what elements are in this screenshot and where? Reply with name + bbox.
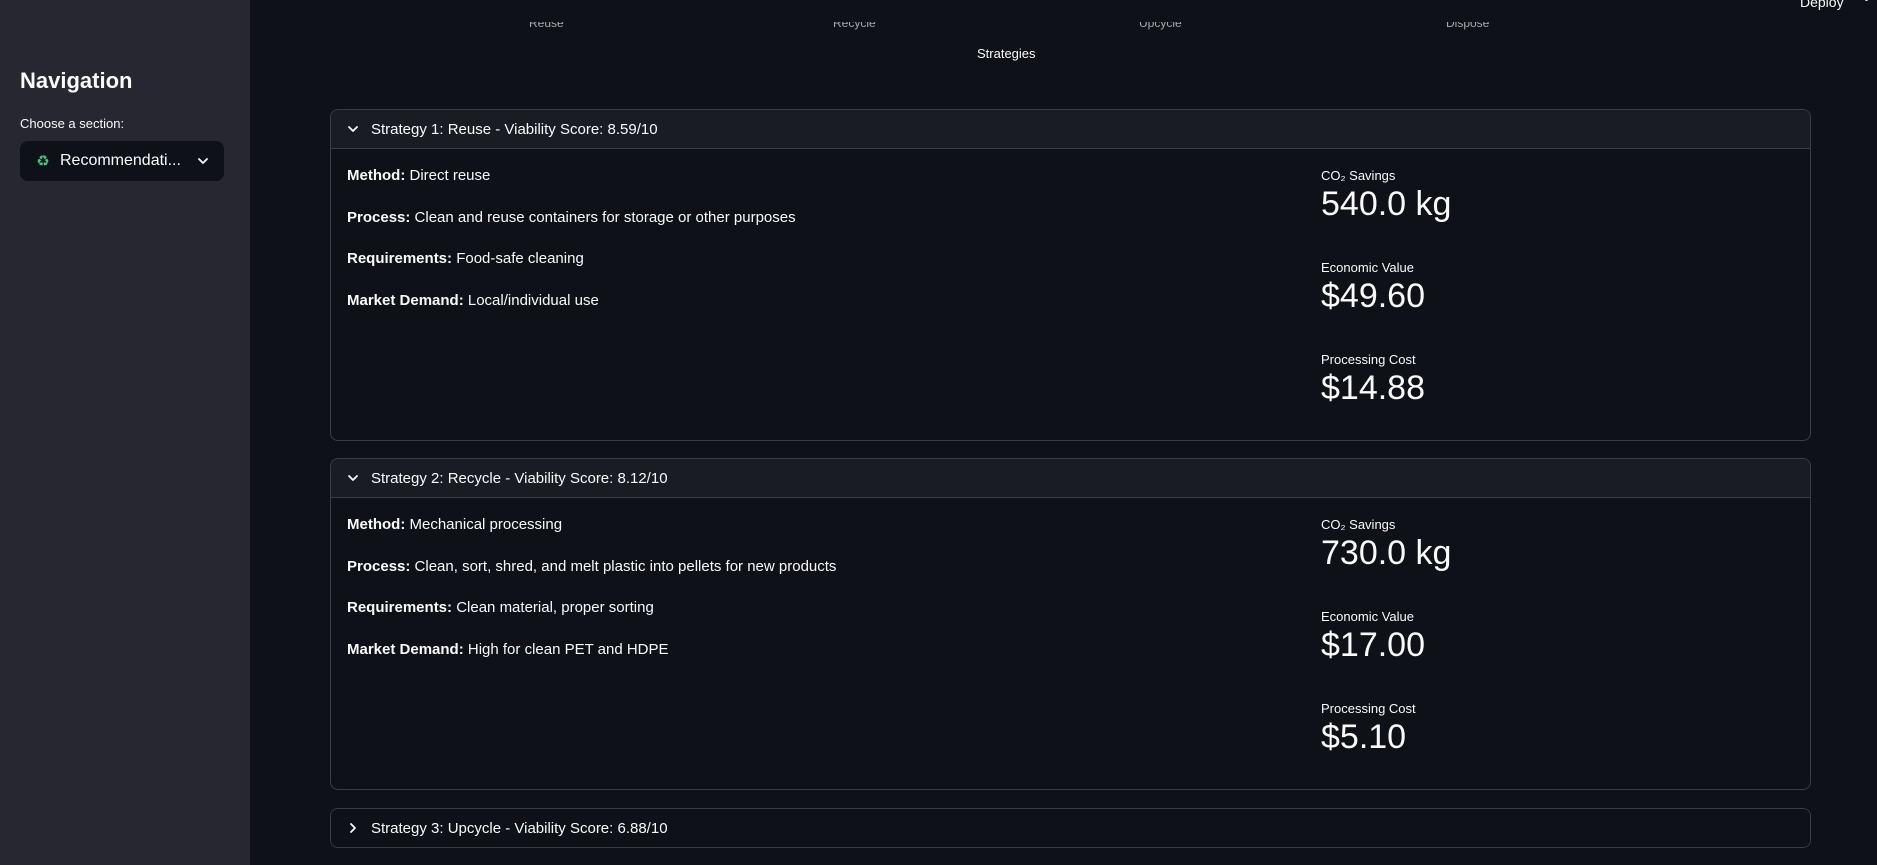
sidebar: Navigation Choose a section: ♻ Recommend…: [0, 0, 250, 865]
chart-tick-label: Upcycle: [1139, 22, 1182, 30]
market-demand-field: Market Demand: High for clean PET and HD…: [347, 641, 669, 658]
requirements-field: Requirements: Food-safe cleaning: [347, 250, 584, 267]
requirements-field: Requirements: Clean material, proper sor…: [347, 599, 654, 616]
economic-value-metric: Economic Value $17.00: [1321, 609, 1425, 664]
main-menu-icon[interactable]: [1864, 0, 1870, 10]
chart-x-axis-title: Strategies: [977, 46, 1036, 61]
processing-cost-metric: Processing Cost $5.10: [1321, 701, 1416, 756]
strategy-expander-3: Strategy 3: Upcycle - Viability Score: 6…: [330, 808, 1811, 848]
app-root: Navigation Choose a section: ♻ Recommend…: [0, 0, 1877, 865]
chart-tick-label: Recycle: [833, 22, 876, 30]
chevron-down-icon: [348, 126, 358, 132]
method-field: Method: Direct reuse: [347, 167, 491, 184]
strategy-title: Strategy 3: Upcycle - Viability Score: 6…: [371, 819, 668, 837]
strategy-expander-2: Strategy 2: Recycle - Viability Score: 8…: [330, 458, 1811, 790]
processing-cost-metric: Processing Cost $14.88: [1321, 352, 1425, 407]
section-select[interactable]: ♻ Recommendati...: [20, 141, 224, 181]
strategy-expander-header[interactable]: Strategy 3: Upcycle - Viability Score: 6…: [331, 809, 1810, 847]
chevron-right-icon: [350, 823, 356, 833]
market-demand-field: Market Demand: Local/individual use: [347, 292, 599, 309]
economic-value-metric: Economic Value $49.60: [1321, 260, 1425, 315]
strategy-details: Method: Mechanical processing Process: C…: [331, 497, 1810, 789]
chevron-down-icon: [198, 158, 208, 164]
chevron-down-icon: [348, 475, 358, 481]
recycle-icon: ♻: [36, 153, 50, 170]
strategy-expander-1: Strategy 1: Reuse - Viability Score: 8.5…: [330, 109, 1811, 441]
strategy-expander-header[interactable]: Strategy 1: Reuse - Viability Score: 8.5…: [331, 110, 1810, 148]
chart-tick-label: Reuse: [529, 22, 564, 30]
method-field: Method: Mechanical processing: [347, 516, 563, 533]
chart-tick-label: Dispose: [1446, 22, 1490, 30]
sidebar-title: Navigation: [20, 68, 133, 93]
deploy-button[interactable]: Deploy: [1800, 0, 1844, 10]
strategy-title: Strategy 1: Reuse - Viability Score: 8.5…: [371, 120, 658, 138]
strategy-expander-header[interactable]: Strategy 2: Recycle - Viability Score: 8…: [331, 459, 1810, 497]
co2-savings-metric: CO₂ Savings 540.0 kg: [1321, 168, 1452, 223]
section-select-label: Choose a section:: [20, 116, 125, 131]
section-select-value: Recommendati...: [60, 152, 181, 169]
process-field: Process: Clean and reuse containers for …: [347, 209, 796, 226]
strategy-title: Strategy 2: Recycle - Viability Score: 8…: [371, 469, 668, 487]
strategy-details: Method: Direct reuse Process: Clean and …: [331, 148, 1810, 440]
process-field: Process: Clean, sort, shred, and melt pl…: [347, 558, 837, 575]
co2-savings-metric: CO₂ Savings 730.0 kg: [1321, 517, 1452, 572]
